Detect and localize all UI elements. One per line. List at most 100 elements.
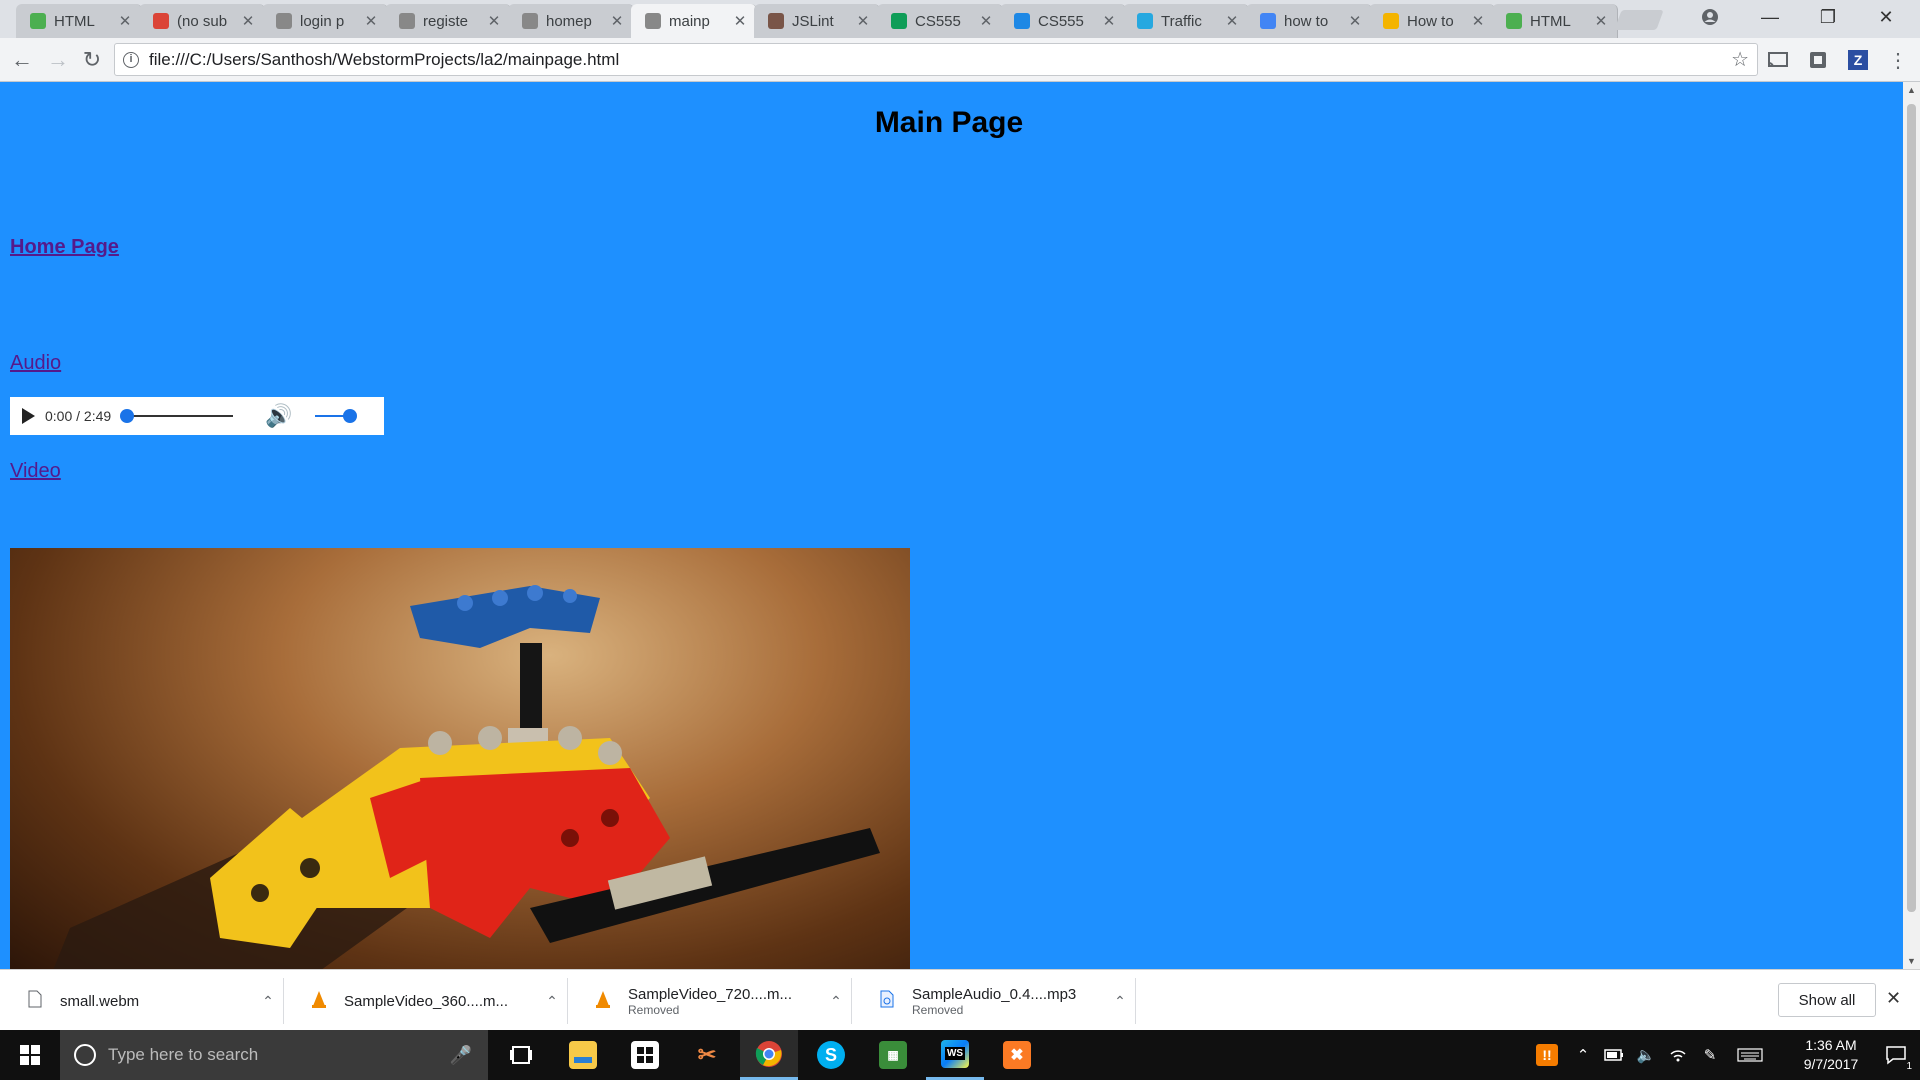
taskbar-search-box[interactable]: Type here to search 🎤 xyxy=(60,1030,488,1080)
tab-close-icon[interactable]: ✕ xyxy=(732,12,748,30)
action-center-icon[interactable]: 1 xyxy=(1878,1030,1914,1080)
browser-tab[interactable]: JSLint ✕ xyxy=(754,4,880,38)
volume-slider[interactable] xyxy=(314,409,357,423)
menu-icon[interactable]: ⋮ xyxy=(1886,48,1910,72)
browser-tab[interactable]: registe ✕ xyxy=(385,4,511,38)
taskbar-clock[interactable]: 1:36 AM 9/7/2017 xyxy=(1786,1036,1876,1074)
new-tab-button[interactable] xyxy=(1614,10,1664,30)
volume-tray-icon[interactable]: 🔈 xyxy=(1632,1030,1660,1080)
page-icon xyxy=(276,13,292,29)
tab-close-icon[interactable]: ✕ xyxy=(1593,12,1609,30)
video-player[interactable] xyxy=(10,548,910,969)
download-item[interactable]: SampleVideo_720....m... Removed ⌃ xyxy=(572,978,852,1024)
forward-button[interactable]: → xyxy=(44,46,72,74)
show-hidden-icons[interactable]: ⌃ xyxy=(1572,1030,1594,1080)
extension-icon[interactable] xyxy=(1806,48,1830,72)
minimize-button[interactable]: — xyxy=(1746,0,1794,34)
tab-title: CS555 xyxy=(1038,12,1084,30)
skype-icon[interactable]: S xyxy=(802,1030,860,1080)
page-scrollbar[interactable]: ▲ ▼ xyxy=(1903,82,1920,969)
tab-close-icon[interactable]: ✕ xyxy=(240,12,256,30)
home-page-link[interactable]: Home Page xyxy=(10,236,119,259)
webstorm-icon[interactable]: WS xyxy=(926,1030,984,1080)
chevron-up-icon[interactable]: ⌃ xyxy=(253,993,283,1010)
download-name: SampleAudio_0.4....mp3 xyxy=(912,985,1077,1003)
tab-title: JSLint xyxy=(792,12,834,30)
zotero-extension-icon[interactable]: Z xyxy=(1846,48,1870,72)
video-link[interactable]: Video xyxy=(10,460,61,483)
cortana-icon[interactable] xyxy=(74,1044,96,1066)
seek-knob[interactable] xyxy=(120,409,135,423)
pen-ink-icon[interactable]: ✎ xyxy=(1696,1030,1724,1080)
tab-title: Traffic xyxy=(1161,12,1202,30)
wifi-icon[interactable] xyxy=(1664,1030,1692,1080)
tab-close-icon[interactable]: ✕ xyxy=(609,12,625,30)
browser-tab[interactable]: login p ✕ xyxy=(262,4,388,38)
microphone-icon[interactable]: 🎤 xyxy=(450,1045,472,1066)
browser-tab[interactable]: HTML ✕ xyxy=(1492,4,1618,38)
play-icon[interactable] xyxy=(22,408,35,424)
scroll-up-arrow[interactable]: ▲ xyxy=(1907,85,1916,95)
chevron-up-icon[interactable]: ⌃ xyxy=(1105,993,1135,1010)
scrollbar-thumb[interactable] xyxy=(1907,104,1916,912)
task-view-button[interactable] xyxy=(492,1030,550,1080)
file-explorer-icon[interactable] xyxy=(554,1030,612,1080)
browser-tab[interactable]: how to ✕ xyxy=(1246,4,1372,38)
volume-knob[interactable] xyxy=(342,409,357,423)
back-button[interactable]: ← xyxy=(8,46,36,74)
page-title: Main Page xyxy=(874,106,1024,139)
download-item[interactable]: SampleVideo_360....m... ⌃ xyxy=(288,978,568,1024)
chevron-up-icon[interactable]: ⌃ xyxy=(821,993,851,1010)
start-button[interactable] xyxy=(0,1030,60,1080)
download-text: SampleAudio_0.4....mp3 Removed xyxy=(912,986,1105,1017)
tab-close-icon[interactable]: ✕ xyxy=(1347,12,1363,30)
tab-close-icon[interactable]: ✕ xyxy=(855,12,871,30)
address-bar[interactable]: i file:///C:/Users/Santhosh/WebstormProj… xyxy=(114,43,1758,76)
info-icon[interactable]: i xyxy=(123,51,139,68)
store-icon[interactable] xyxy=(616,1030,674,1080)
restore-button[interactable]: ❐ xyxy=(1804,0,1852,34)
reload-button[interactable]: ↻ xyxy=(78,46,106,74)
audio-link[interactable]: Audio xyxy=(10,352,61,375)
snipping-tool-icon[interactable]: ✂ xyxy=(678,1030,736,1080)
download-item[interactable]: small.webm ⌃ xyxy=(4,978,284,1024)
keyboard-icon[interactable] xyxy=(1730,1030,1770,1080)
browser-tab[interactable]: HTML ✕ xyxy=(16,4,142,38)
chevron-up-icon[interactable]: ⌃ xyxy=(537,993,567,1010)
browser-tab[interactable]: homep ✕ xyxy=(508,4,634,38)
download-item[interactable]: SampleAudio_0.4....mp3 Removed ⌃ xyxy=(856,978,1136,1024)
tab-title: HTML xyxy=(1530,12,1571,30)
close-shelf-icon[interactable]: ✕ xyxy=(1886,988,1901,1009)
battery-icon[interactable] xyxy=(1600,1030,1628,1080)
chrome-icon[interactable] xyxy=(740,1030,798,1080)
cast-icon[interactable] xyxy=(1766,48,1790,72)
search-placeholder[interactable]: Type here to search xyxy=(108,1045,450,1065)
browser-tab[interactable]: CS555 ✕ xyxy=(877,4,1003,38)
tab-close-icon[interactable]: ✕ xyxy=(363,12,379,30)
page-viewport: Main Page Home Page Audio 0:00 / 2:49 🔊 … xyxy=(0,82,1903,969)
xampp-icon[interactable]: ✖ xyxy=(988,1030,1046,1080)
audio-seek-bar[interactable] xyxy=(120,409,234,423)
browser-tab[interactable]: (no sub ✕ xyxy=(139,4,265,38)
tab-close-icon[interactable]: ✕ xyxy=(1101,12,1117,30)
spreadsheet-app-icon[interactable]: ▦ xyxy=(864,1030,922,1080)
url-text[interactable]: file:///C:/Users/Santhosh/WebstormProjec… xyxy=(149,50,1731,70)
browser-tab[interactable]: Traffic ✕ xyxy=(1123,4,1249,38)
bookmark-star-icon[interactable]: ☆ xyxy=(1731,47,1749,72)
browser-toolbar: ← → ↻ i file:///C:/Users/Santhosh/Websto… xyxy=(0,38,1920,82)
tab-close-icon[interactable]: ✕ xyxy=(1224,12,1240,30)
update-alert-icon[interactable]: !! xyxy=(1530,1030,1564,1080)
tab-close-icon[interactable]: ✕ xyxy=(978,12,994,30)
tab-close-icon[interactable]: ✕ xyxy=(1470,12,1486,30)
tab-close-icon[interactable]: ✕ xyxy=(117,12,133,30)
profile-icon[interactable] xyxy=(1686,0,1734,34)
close-window-button[interactable]: ✕ xyxy=(1862,0,1910,34)
browser-tab[interactable]: mainp ✕ xyxy=(631,4,757,38)
tab-title: homep xyxy=(546,12,592,30)
browser-tab[interactable]: How to ✕ xyxy=(1369,4,1495,38)
browser-tab[interactable]: CS555 ✕ xyxy=(1000,4,1126,38)
show-all-button[interactable]: Show all xyxy=(1778,983,1876,1017)
scroll-down-arrow[interactable]: ▼ xyxy=(1907,956,1916,966)
tab-close-icon[interactable]: ✕ xyxy=(486,12,502,30)
volume-icon[interactable]: 🔊 xyxy=(265,403,292,429)
